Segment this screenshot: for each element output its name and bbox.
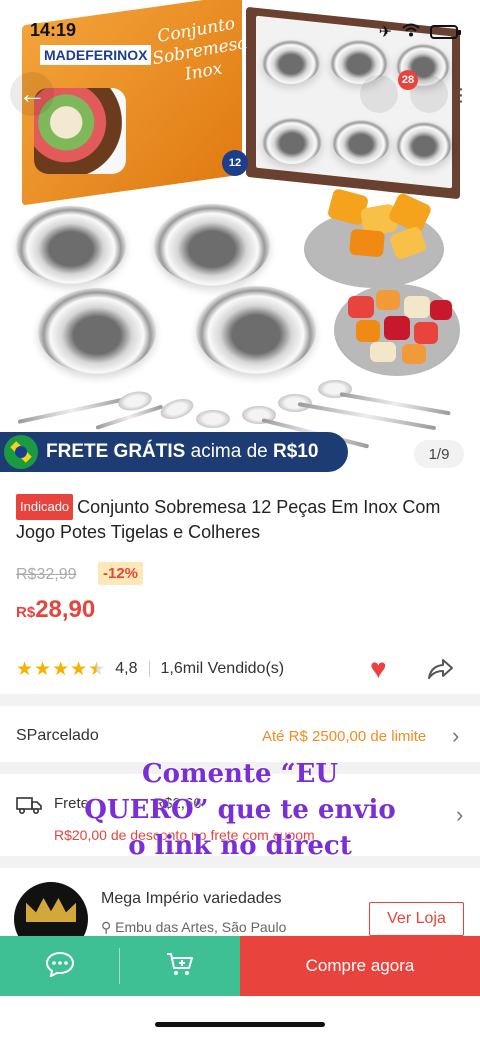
back-button[interactable]: ← xyxy=(10,72,54,116)
bowl-image xyxy=(154,204,270,286)
share-arrow-icon[interactable] xyxy=(426,656,454,682)
recommended-tag: Indicado xyxy=(16,494,74,520)
visit-store-button[interactable]: Ver Loja xyxy=(369,902,464,936)
tray-bowl xyxy=(262,118,322,164)
chat-button[interactable] xyxy=(0,936,120,996)
bowl-image xyxy=(38,288,156,374)
home-indicator xyxy=(155,1022,325,1027)
bowl-image xyxy=(196,286,316,374)
product-image-gallery[interactable]: 14:19 ✈ MADEFERINOX Conjunto Sobremesa I… xyxy=(0,0,480,480)
status-bar: 14:19 ✈ xyxy=(0,0,480,56)
rating-stars: ★ ★ ★ ★ ★ xyxy=(16,658,105,681)
credit-limit-text: Até R$ 2500,00 de limite xyxy=(262,728,427,745)
product-title: Indicado Conjunto Sobremesa 12 Peças Em I… xyxy=(16,494,466,544)
bottom-action-bar: Compre agora xyxy=(0,936,480,996)
location-pin-icon: ⚲ xyxy=(101,919,112,935)
overlay-caption: Comente “EU QUERO” que te envio o link n… xyxy=(84,759,396,861)
brazil-flag-icon xyxy=(4,435,38,469)
more-options-icon[interactable]: ⋮ xyxy=(452,85,470,106)
sold-count: 1,6mil Vendido(s) xyxy=(160,660,285,677)
star-half-icon: ★ xyxy=(88,658,106,680)
original-price: R$32,99 xyxy=(16,566,77,583)
wifi-icon xyxy=(402,23,420,42)
rating-row: ★ ★ ★ ★ ★ 4,8 1,6mil Vendido(s) ♥ xyxy=(16,654,464,684)
spoon-image xyxy=(17,397,127,424)
buy-now-button[interactable]: Compre agora xyxy=(240,936,480,996)
installments-row[interactable]: SParcelado Até R$ 2500,00 de limite › xyxy=(0,706,480,762)
rating-value: 4,8 xyxy=(115,660,138,677)
star-icon: ★ xyxy=(70,658,88,680)
current-price: R$28,90 xyxy=(16,596,96,623)
star-icon: ★ xyxy=(52,658,70,680)
star-icon: ★ xyxy=(34,658,52,680)
installments-label: SParcelado xyxy=(16,727,99,744)
image-counter: 1/9 xyxy=(414,440,464,468)
star-icon: ★ xyxy=(16,658,34,680)
discount-badge: -12% xyxy=(98,562,144,585)
bowl-image xyxy=(16,206,126,284)
cart-count-badge: 28 xyxy=(398,70,418,90)
box-count-badge: 12 xyxy=(222,150,248,176)
status-time: 14:19 xyxy=(30,20,77,40)
free-shipping-banner: FRETE GRÁTIS acima de R$10 xyxy=(0,432,348,472)
tray-bowl xyxy=(396,122,452,166)
chat-bubble-icon xyxy=(45,951,75,982)
favorite-heart-icon[interactable]: ♥ xyxy=(370,654,387,684)
tray-bowl xyxy=(332,120,390,164)
arrow-left-icon: ← xyxy=(18,78,46,109)
store-location: ⚲ Embu das Artes, São Paulo xyxy=(101,919,287,935)
crown-icon xyxy=(26,898,76,922)
battery-icon xyxy=(430,25,461,39)
cart-plus-icon xyxy=(165,951,195,982)
chevron-right-icon: › xyxy=(452,723,460,748)
add-to-cart-button[interactable] xyxy=(120,936,240,996)
airplane-mode-icon: ✈ xyxy=(378,24,392,41)
store-name[interactable]: Mega Império variedades xyxy=(101,890,282,908)
share-button[interactable] xyxy=(360,75,398,113)
